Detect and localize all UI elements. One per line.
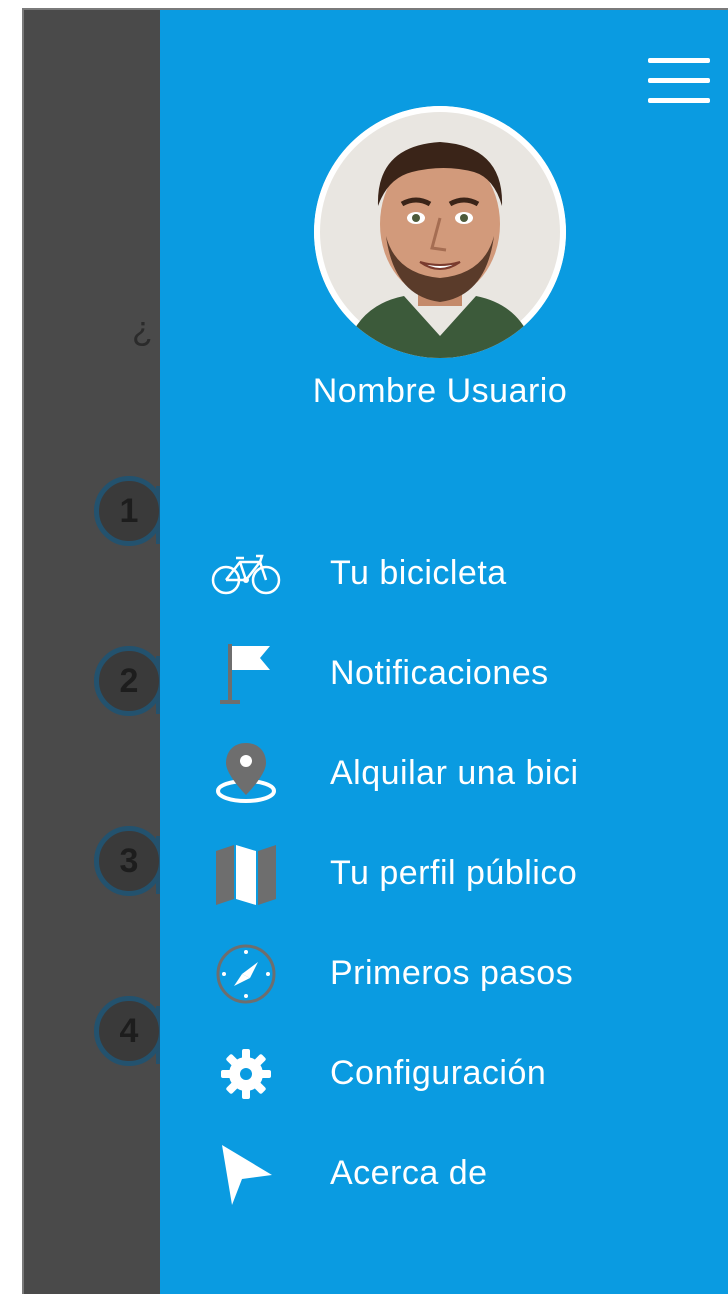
menu-item-notificaciones[interactable]: Notificaciones (160, 634, 728, 714)
menu-item-label: Notificaciones (330, 654, 549, 692)
pointer-arrow-icon (208, 1142, 284, 1206)
avatar-photo (314, 106, 566, 358)
map-icon (208, 842, 284, 906)
flag-icon (208, 642, 284, 706)
background-question-text: ¿ (132, 310, 153, 348)
menu-icon[interactable] (648, 58, 710, 106)
step-badge-1: 1 (94, 476, 160, 546)
user-name: Nombre Usuario (312, 372, 568, 410)
menu-item-primeros-pasos[interactable]: Primeros pasos (160, 934, 728, 1014)
menu-item-acerca-de[interactable]: Acerca de (160, 1134, 728, 1214)
menu-item-alquilar-una-bici[interactable]: Alquilar una bici (160, 734, 728, 814)
step-badge-2: 2 (94, 646, 160, 716)
gear-icon (208, 1042, 284, 1106)
bicycle-icon (208, 542, 284, 606)
avatar[interactable] (314, 106, 566, 358)
menu-item-label: Configuración (330, 1054, 547, 1092)
navigation-drawer: Nombre Usuario Tu bicicleta Notificacion… (160, 10, 728, 1294)
menu-item-tu-bicicleta[interactable]: Tu bicicleta (160, 534, 728, 614)
step-badge-4: 4 (94, 996, 160, 1066)
menu-item-configuracion[interactable]: Configuración (160, 1034, 728, 1114)
background-screen-overlay[interactable]: ¿ 1 2 3 4 (24, 10, 160, 1294)
menu-item-tu-perfil-publico[interactable]: Tu perfil público (160, 834, 728, 914)
step-badge-3: 3 (94, 826, 160, 896)
app-frame: ¿ 1 2 3 4 Nombre Usuario Tu bicicleta No… (0, 0, 728, 1294)
menu-item-label: Acerca de (330, 1154, 488, 1192)
menu-item-label: Primeros pasos (330, 954, 574, 992)
menu-item-label: Alquilar una bici (330, 754, 579, 792)
compass-icon (208, 942, 284, 1006)
location-pin-icon (208, 742, 284, 806)
menu-item-label: Tu bicicleta (330, 554, 507, 592)
menu-item-label: Tu perfil público (330, 854, 578, 892)
